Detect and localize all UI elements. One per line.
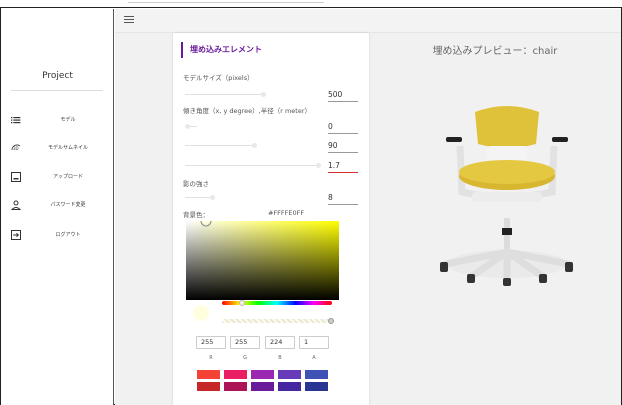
sidebar-divider bbox=[11, 90, 103, 91]
alpha-slider[interactable] bbox=[222, 319, 332, 323]
blue-label: B bbox=[278, 355, 282, 361]
model-size-slider[interactable] bbox=[185, 92, 266, 97]
model-size-label: モデルサイズ（pixels） bbox=[183, 74, 254, 82]
radius-slider[interactable] bbox=[185, 163, 321, 168]
red-input[interactable]: 255 bbox=[196, 336, 226, 349]
project-label: Project bbox=[42, 71, 73, 81]
sidebar-item-label: モデルサムネイル bbox=[48, 145, 88, 151]
sidebar-item-upload[interactable]: アップロード bbox=[1, 169, 114, 185]
color-swatch[interactable] bbox=[251, 382, 274, 391]
alpha-thumb[interactable] bbox=[328, 318, 334, 324]
shadow-strength-label: 影の強さ bbox=[183, 180, 209, 188]
green-label: G bbox=[243, 355, 247, 361]
top-app-bar bbox=[115, 9, 621, 33]
slider-thumb[interactable] bbox=[210, 195, 215, 200]
angle-y-slider[interactable] bbox=[185, 143, 257, 148]
sidebar-item-label: モデル bbox=[60, 117, 76, 123]
person-icon bbox=[10, 200, 22, 210]
color-swatch[interactable] bbox=[278, 382, 301, 391]
slider-thumb[interactable] bbox=[185, 124, 190, 129]
bgcolor-value: #FFFFE0FF bbox=[268, 209, 305, 217]
sidebar-item-change-password[interactable]: パスワード変更 bbox=[1, 197, 114, 213]
sidebar-item-label: アップロード bbox=[52, 174, 83, 180]
color-swatch[interactable] bbox=[278, 370, 301, 379]
green-input[interactable]: 255 bbox=[230, 336, 260, 349]
bgcolor-label: 背景色： bbox=[183, 211, 209, 219]
panel-title: 埋め込みエレメント bbox=[181, 42, 262, 58]
color-saturation-picker[interactable] bbox=[186, 221, 339, 300]
list-icon bbox=[11, 117, 21, 124]
hamburger-icon[interactable] bbox=[124, 15, 136, 25]
sidebar-item-model[interactable]: モデル bbox=[1, 112, 114, 128]
radius-field[interactable]: 1.7 bbox=[328, 161, 358, 173]
preview-title: 埋め込みプレビュー：chair bbox=[432, 46, 558, 57]
color-preview bbox=[193, 305, 209, 321]
sidebar-item-label: ログアウト bbox=[55, 232, 81, 238]
alpha-label: A bbox=[312, 355, 316, 361]
browser-top-strip bbox=[0, 0, 622, 8]
alpha-input[interactable]: 1 bbox=[299, 336, 329, 349]
3d-rotation-icon: 3D bbox=[11, 144, 21, 151]
shadow-slider[interactable] bbox=[185, 195, 215, 200]
chair-model-preview bbox=[440, 106, 573, 286]
blue-input[interactable]: 224 bbox=[265, 336, 295, 349]
color-swatch[interactable] bbox=[224, 382, 247, 391]
slider-thumb[interactable] bbox=[252, 143, 257, 148]
sidebar: Project モデル 3D モデルサムネイル アップロード パスワード変更 ロ… bbox=[1, 9, 114, 405]
image-upload-icon bbox=[11, 172, 21, 182]
slider-thumb[interactable] bbox=[316, 163, 321, 168]
sidebar-item-model-thumbnail[interactable]: 3D モデルサムネイル bbox=[1, 140, 114, 156]
color-swatch[interactable] bbox=[305, 370, 328, 379]
angle-x-field[interactable]: 0 bbox=[328, 122, 358, 134]
sidebar-item-logout[interactable]: ログアウト bbox=[1, 227, 114, 243]
hue-thumb[interactable] bbox=[239, 300, 245, 306]
embed-settings-panel: 埋め込みエレメント モデルサイズ（pixels） 500 傾き角度（x, y d… bbox=[173, 33, 369, 405]
slider-thumb[interactable] bbox=[261, 92, 266, 97]
angle-x-slider[interactable] bbox=[185, 124, 197, 129]
red-label: R bbox=[209, 355, 213, 361]
url-bar bbox=[128, 0, 324, 3]
color-swatch[interactable] bbox=[197, 382, 220, 391]
angle-y-field[interactable]: 90 bbox=[328, 141, 358, 153]
angle-radius-label: 傾き角度（x, y degree）,半径（r meter） bbox=[183, 107, 312, 115]
color-swatch[interactable] bbox=[224, 370, 247, 379]
color-swatch[interactable] bbox=[197, 370, 220, 379]
logout-icon bbox=[11, 230, 21, 240]
color-swatch[interactable] bbox=[305, 382, 328, 391]
shadow-strength-field[interactable]: 8 bbox=[328, 193, 358, 205]
sidebar-item-label: パスワード変更 bbox=[50, 202, 86, 208]
color-swatch[interactable] bbox=[251, 370, 274, 379]
svg-text:3D: 3D bbox=[13, 146, 19, 151]
model-size-field[interactable]: 500 bbox=[328, 90, 358, 102]
